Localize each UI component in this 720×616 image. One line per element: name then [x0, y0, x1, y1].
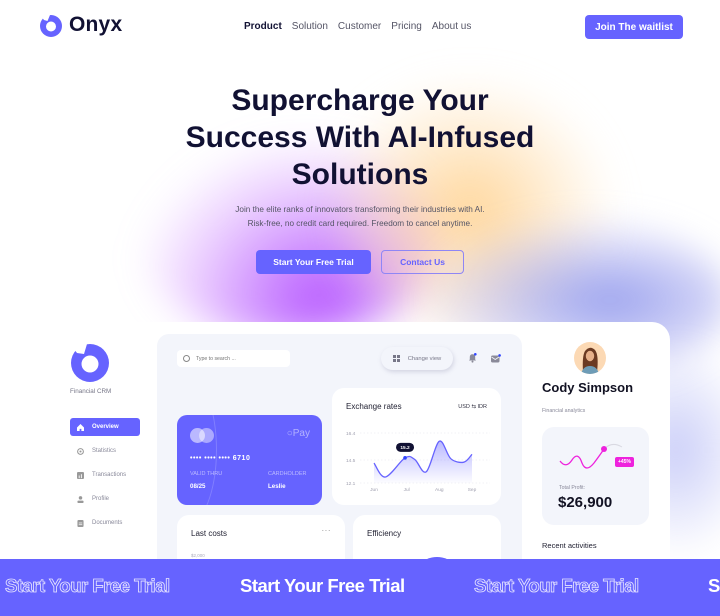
search-input[interactable]: [196, 355, 276, 362]
marquee-text: Start Your Free Trial: [474, 575, 640, 597]
grid-view-icon: [392, 355, 400, 362]
avatar[interactable]: [574, 342, 606, 374]
marquee-text: Start Your Free Trial: [240, 575, 405, 596]
cardholder-value: Leslie: [268, 483, 286, 490]
sidebar-caption: Financial CRM: [70, 388, 112, 395]
exchange-rate-chart: 16.4 14.5 12.1 Jun Jul Aug Sep 15.2: [346, 431, 490, 493]
profile-role: Financial analytics: [542, 408, 586, 414]
sidebar-item-label: Statistics: [92, 448, 117, 454]
recent-activities-heading: Recent activities: [542, 541, 597, 550]
sidebar-item-documents[interactable]: Documents: [70, 514, 140, 532]
cardholder-label: CARDHOLDER: [268, 471, 307, 477]
nav-link-pricing[interactable]: Pricing: [391, 21, 422, 32]
brand-name: Onyx: [69, 13, 123, 36]
sidebar-item-label: Profile: [92, 496, 110, 502]
last-costs-title: Last costs: [191, 529, 228, 538]
onyx-logo-icon: [70, 344, 109, 382]
sidebar-item-label: Documents: [92, 520, 123, 526]
sidebar-item-profile[interactable]: Profile: [70, 490, 140, 508]
nav-link-about[interactable]: About us: [432, 21, 471, 32]
hero-title-line: Success With AI-Infused: [185, 121, 535, 154]
profit-change-badge: +45%: [615, 457, 634, 467]
change-view-button[interactable]: Change view: [381, 347, 453, 370]
more-options-icon[interactable]: ···: [322, 526, 332, 535]
logo[interactable]: Onyx: [38, 12, 122, 38]
documents-icon: [77, 519, 84, 527]
profit-sparkline-point: [601, 446, 607, 452]
notification-bell-icon[interactable]: [468, 353, 477, 363]
total-profit-card: +45% Total Profit: $26,900: [542, 427, 649, 525]
nav-link-customer[interactable]: Customer: [338, 21, 381, 32]
marquee-text: Start Your Free Trial: [708, 575, 720, 596]
card-brand-icon: [199, 428, 214, 443]
valid-thru-value: 08/25: [190, 483, 206, 490]
profile-icon: [77, 495, 84, 503]
apple-pay-logo: ○Pay: [286, 428, 310, 439]
card-number: •••• •••• •••• 6710: [190, 455, 251, 462]
credit-card[interactable]: ○Pay •••• •••• •••• 6710 VALID THRU 08/2…: [177, 415, 322, 505]
search-box[interactable]: [177, 350, 290, 367]
search-icon: [183, 355, 190, 362]
hero-subtitle-line: Risk-free, no credit card required. Free…: [247, 219, 473, 228]
total-profit-label: Total Profit:: [559, 485, 585, 491]
user-portrait-icon: [581, 347, 599, 374]
sidebar-item-label: Transactions: [92, 472, 127, 478]
total-profit-value: $26,900: [558, 494, 613, 511]
y-tick-label: 12.1: [346, 481, 356, 487]
efficiency-title: Efficiency: [367, 529, 402, 538]
tooltip-value: 15.2: [400, 445, 410, 451]
change-view-label: Change view: [407, 355, 442, 362]
hero-subtitle-line: Join the elite ranks of innovators trans…: [235, 205, 485, 214]
statistics-icon: [77, 447, 84, 455]
x-tick-label: Jul: [404, 487, 410, 493]
profile-panel: Cody Simpson Financial analytics +45% To…: [528, 322, 670, 582]
mail-icon[interactable]: [491, 354, 501, 363]
dashboard-main-panel: Change view ○Pay •••• •••• •••• 6710 VAL…: [157, 334, 522, 595]
top-navigation: Onyx Product Solution Customer Pricing A…: [0, 0, 720, 56]
hero-subtitle: Join the elite ranks of innovators trans…: [160, 203, 560, 231]
hero-title: Supercharge Your Success With AI-Infused…: [140, 82, 580, 193]
home-icon: [77, 423, 84, 431]
dashboard-preview: Financial CRM Overview Statistics Transa…: [50, 322, 670, 595]
valid-thru-label: VALID THRU: [190, 471, 223, 477]
contact-us-button[interactable]: Contact Us: [381, 250, 464, 274]
x-tick-label: Sep: [468, 487, 477, 493]
nav-link-product[interactable]: Product: [244, 21, 282, 32]
onyx-logo-icon: [40, 15, 62, 37]
x-tick-label: Aug: [435, 487, 444, 493]
highlight-point: [403, 456, 407, 460]
y-tick-label: 16.4: [346, 431, 356, 437]
sidebar-item-statistics[interactable]: Statistics: [70, 442, 140, 460]
sidebar-item-overview[interactable]: Overview: [70, 418, 140, 436]
marquee-text: Start Your Free Trial: [5, 575, 171, 597]
cost-axis-tick: $2,000: [191, 553, 205, 558]
start-free-trial-button[interactable]: Start Your Free Trial: [256, 250, 371, 274]
join-waitlist-button[interactable]: Join The waitlist: [585, 15, 683, 39]
nav-links: Product Solution Customer Pricing About …: [244, 21, 471, 32]
sidebar-item-label: Overview: [92, 424, 119, 430]
profile-name: Cody Simpson: [542, 380, 634, 395]
x-tick-label: Jun: [370, 487, 378, 493]
free-trial-marquee[interactable]: Start Your Free Trial Start Your Free Tr…: [0, 559, 720, 616]
sidebar-item-transactions[interactable]: Transactions: [70, 466, 140, 484]
y-tick-label: 14.5: [346, 458, 356, 464]
nav-link-solution[interactable]: Solution: [292, 21, 328, 32]
hero-title-line: Supercharge Your: [231, 84, 489, 117]
exchange-rates-widget: Exchange rates USD ⇆ IDR 16.4 14.5 12.1 Jun…: [332, 388, 501, 505]
transactions-icon: [77, 471, 84, 479]
hero-title-line: Solutions: [291, 158, 429, 191]
sidebar-nav: Overview Statistics Transactions Profile…: [70, 418, 140, 538]
